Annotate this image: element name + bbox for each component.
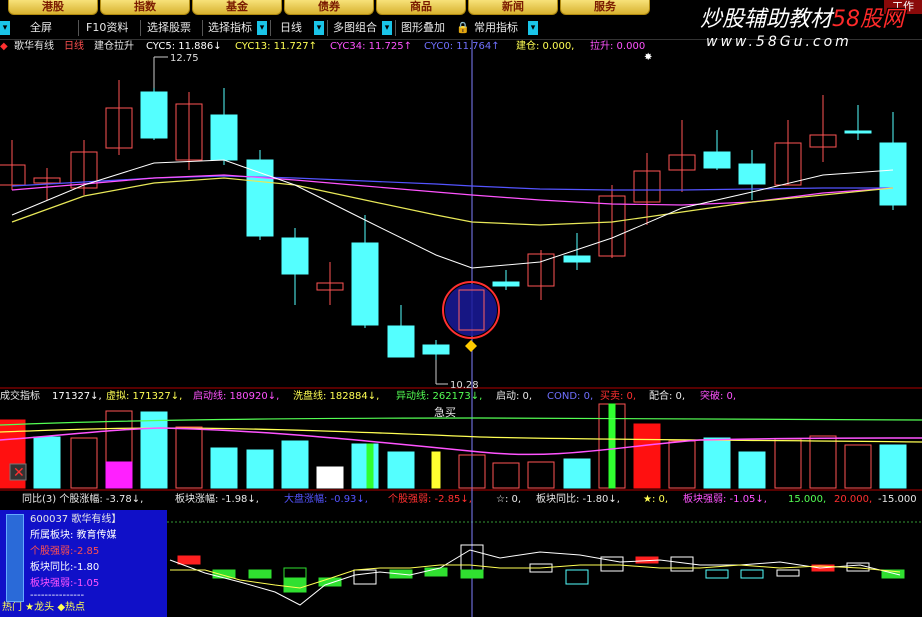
candle-body — [563, 255, 591, 263]
candle-body — [844, 130, 872, 134]
volume-bar — [70, 437, 98, 489]
panel-sector: 所属板块: 教育传媒 — [30, 530, 117, 541]
strength-bar — [177, 555, 201, 565]
volume-bar — [281, 440, 309, 489]
high-label: 12.75 — [170, 53, 199, 64]
star-icon: ✸ — [644, 52, 652, 63]
candle-body — [492, 281, 520, 287]
panel-divider: --------------- — [30, 590, 85, 601]
volume-bar — [879, 444, 907, 489]
strength-bar — [460, 569, 484, 579]
candle-body — [351, 242, 379, 326]
volume-bar — [703, 437, 731, 489]
volume-bar — [246, 449, 274, 489]
panel-code: 600037 歌华有线】 — [30, 514, 122, 525]
volume-bar — [175, 426, 203, 489]
strength-bar — [248, 569, 272, 579]
volume-bar — [431, 451, 441, 489]
volume-bar — [633, 423, 661, 489]
volume-bar — [492, 462, 520, 489]
strength-white-line — [169, 549, 901, 606]
candle-body — [738, 163, 766, 185]
candle-body — [422, 344, 450, 355]
candle-body — [210, 114, 238, 161]
candle-body — [246, 159, 274, 237]
volume-bar — [844, 444, 872, 489]
volume-bar — [140, 411, 168, 489]
strength-bar — [846, 562, 870, 572]
low-label: 10.28 — [450, 380, 479, 391]
strength-bar — [740, 569, 764, 579]
volume-bar — [33, 436, 61, 489]
candle-body — [703, 151, 731, 169]
volume-bar — [351, 443, 379, 489]
volume-bar — [366, 443, 374, 489]
volume-bar — [668, 440, 696, 489]
volume-bar — [608, 403, 616, 489]
strength-bar — [705, 569, 729, 579]
close-icon[interactable]: ✕ — [13, 465, 25, 481]
xipan-line — [0, 427, 922, 443]
volume-bar — [316, 466, 344, 489]
strength-bar — [353, 569, 377, 585]
strength-bar — [283, 577, 307, 593]
candle-body — [140, 91, 168, 139]
strength-bar — [318, 577, 342, 587]
volume-bar — [563, 458, 591, 489]
panel-gegu-qr: 个股强弱:-2.85 — [30, 546, 100, 557]
yidong-line — [0, 417, 922, 426]
volume-bars — [0, 403, 907, 489]
strength-bar — [565, 569, 589, 585]
panel-bk-qr: 板块强弱:-1.05 — [30, 578, 100, 589]
volume-bar — [774, 438, 802, 489]
diamond-icon — [465, 340, 477, 352]
candle-body — [879, 142, 907, 206]
highlight-circle-fill — [445, 284, 497, 336]
strength-bar — [283, 567, 307, 579]
volume-bar — [809, 435, 837, 489]
volume-bar — [210, 447, 238, 489]
panel-legend: 热门 ★龙头 ◆热点 — [2, 602, 86, 613]
volume-bar — [105, 461, 133, 489]
volume-bar — [527, 461, 555, 489]
volume-bar — [738, 451, 766, 489]
volume-bar — [387, 451, 415, 489]
candle-body — [387, 325, 415, 358]
strength-bar — [212, 569, 236, 579]
panel-bk-tongbi: 板块同比:-1.80 — [30, 562, 100, 573]
candle-body — [281, 237, 309, 275]
strength-bar — [776, 569, 800, 577]
panel-scrollbar[interactable] — [6, 514, 24, 602]
stock-info-panel: 600037 歌华有线】 所属板块: 教育传媒 个股强弱:-2.85 板块同比:… — [0, 510, 167, 617]
